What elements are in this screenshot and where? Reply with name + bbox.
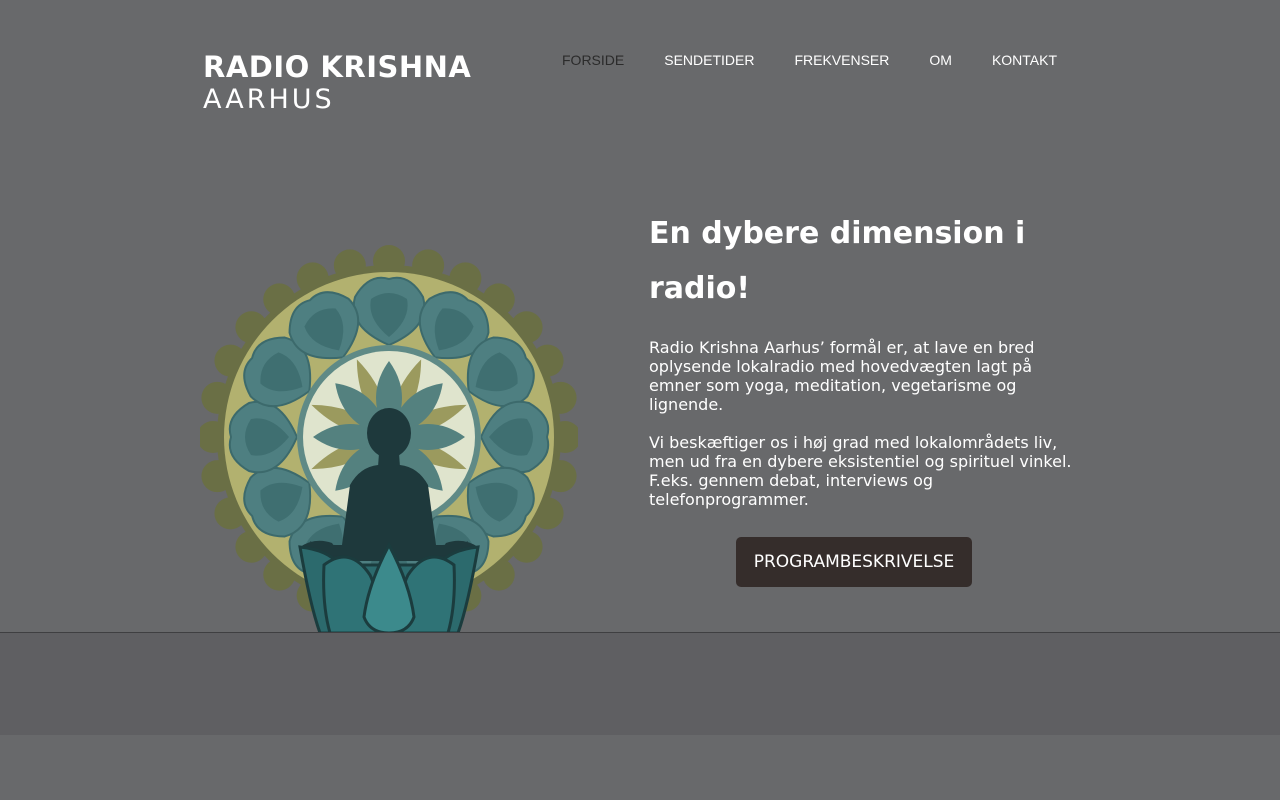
- logo-title: RADIO KRISHNA: [203, 50, 472, 84]
- page: RADIO KRISHNA AARHUS FORSIDE SENDETIDER …: [0, 0, 1280, 800]
- nav-item-om[interactable]: OM: [929, 52, 952, 68]
- nav-item-kontakt[interactable]: KONTAKT: [992, 52, 1057, 68]
- nav-item-forside[interactable]: FORSIDE: [562, 52, 624, 68]
- lotus-base: [298, 541, 480, 633]
- main-nav: FORSIDE SENDETIDER FREKVENSER OM KONTAKT: [562, 52, 1057, 68]
- intro-paragraph-2: Vi beskæftiger os i høj grad med lokalom…: [649, 433, 1072, 509]
- logo-subtitle: AARHUS: [203, 84, 335, 115]
- meditation-mandala-illustration: [200, 245, 578, 633]
- programbeskrivelse-button[interactable]: PROGRAMBESKRIVELSE: [736, 537, 972, 587]
- footer-band: [0, 632, 1280, 735]
- nav-item-frekvenser[interactable]: FREKVENSER: [794, 52, 889, 68]
- intro-paragraph-1: Radio Krishna Aarhus’ formål er, at lave…: [649, 338, 1035, 414]
- page-headline: En dybere dimension i radio!: [649, 216, 1026, 306]
- nav-item-sendetider[interactable]: SENDETIDER: [664, 52, 754, 68]
- site-logo[interactable]: RADIO KRISHNA AARHUS: [203, 50, 471, 116]
- intro-content: En dybere dimension i radio! Radio Krish…: [649, 206, 1079, 528]
